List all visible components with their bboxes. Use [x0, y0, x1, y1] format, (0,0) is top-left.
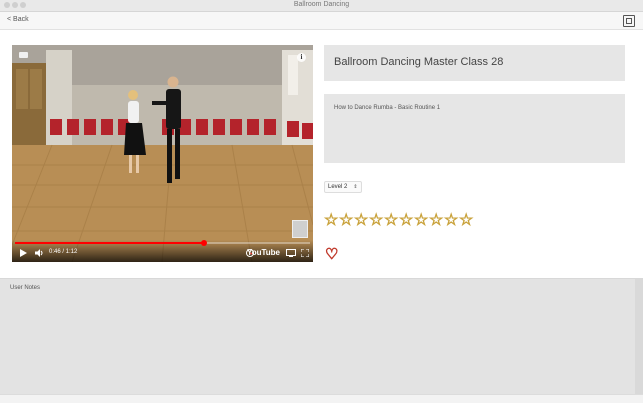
youtube-logo[interactable]: YouTube — [247, 248, 280, 257]
lesson-description: How to Dance Rumba - Basic Routine 1 — [324, 94, 625, 163]
level-select-value: Level 2 — [328, 184, 348, 190]
star-icon[interactable]: ☆ — [324, 212, 339, 230]
play-icon[interactable] — [20, 249, 27, 257]
rating-stars[interactable]: ☆☆☆☆☆☆☆☆☆☆ — [324, 212, 474, 230]
user-notes-panel: User Notes — [0, 278, 643, 399]
user-notes-field[interactable] — [0, 279, 639, 399]
window-title: Ballroom Dancing — [293, 1, 350, 8]
folder-icon[interactable] — [19, 52, 28, 58]
fullscreen-icon[interactable] — [623, 15, 635, 27]
star-icon[interactable]: ☆ — [459, 212, 474, 230]
cast-icon[interactable] — [286, 249, 296, 257]
star-icon[interactable]: ☆ — [429, 212, 444, 230]
star-icon[interactable]: ☆ — [399, 212, 414, 230]
star-icon[interactable]: ☆ — [384, 212, 399, 230]
progress-scrubber[interactable] — [200, 240, 207, 246]
video-player[interactable]: i 0:46 / 1:12 YouTube — [12, 45, 313, 262]
fullscreen-video-icon[interactable] — [301, 249, 309, 257]
chevron-up-down-icon: ⇕ — [353, 184, 358, 190]
channel-thumbnail[interactable] — [292, 220, 308, 238]
star-icon[interactable]: ☆ — [354, 212, 369, 230]
back-button[interactable]: < Back — [7, 16, 29, 23]
info-icon[interactable]: i — [297, 53, 306, 62]
star-icon[interactable]: ☆ — [369, 212, 384, 230]
window-title-bar: Ballroom Dancing — [0, 0, 643, 12]
notes-scrollbar[interactable] — [635, 279, 643, 395]
time-display: 0:46 / 1:12 — [49, 249, 78, 255]
favorite-heart-icon[interactable]: ♡ — [325, 246, 339, 264]
level-select[interactable]: Level 2 ⇕ — [324, 181, 362, 193]
video-controls: 0:46 / 1:12 YouTube — [12, 240, 313, 262]
star-icon[interactable]: ☆ — [444, 212, 459, 230]
progress-fill — [15, 242, 204, 244]
volume-icon[interactable] — [35, 249, 44, 257]
progress-bar[interactable] — [15, 240, 310, 246]
star-icon[interactable]: ☆ — [339, 212, 354, 230]
star-icon[interactable]: ☆ — [414, 212, 429, 230]
lesson-title: Ballroom Dancing Master Class 28 — [324, 45, 625, 81]
video-frame — [12, 45, 313, 262]
toolbar: < Back — [0, 12, 643, 30]
